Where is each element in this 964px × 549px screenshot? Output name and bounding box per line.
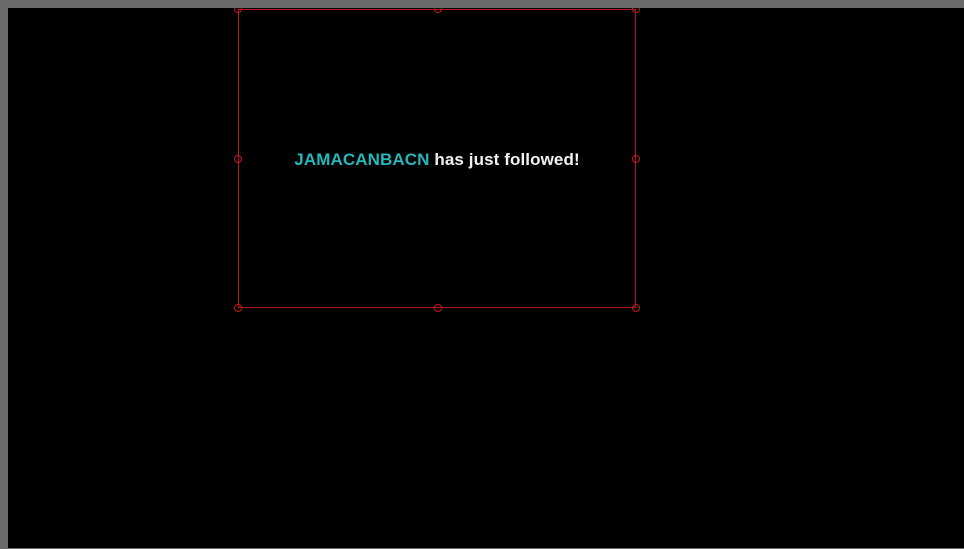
follow-alert-text: JAMACANBACN has just followed! xyxy=(239,150,635,170)
resize-handle-bottom-left[interactable] xyxy=(234,304,242,312)
resize-handle-top-center[interactable] xyxy=(434,8,442,13)
resize-handle-top-right[interactable] xyxy=(632,8,640,13)
follow-alert-message: has just followed! xyxy=(429,150,580,169)
follower-username: JAMACANBACN xyxy=(294,150,430,169)
alert-source-bounding-box[interactable]: JAMACANBACN has just followed! xyxy=(234,8,640,312)
preview-frame: JAMACANBACN has just followed! xyxy=(0,0,964,549)
resize-handle-middle-right[interactable] xyxy=(632,155,640,163)
resize-handle-bottom-center[interactable] xyxy=(434,304,442,312)
resize-handle-middle-left[interactable] xyxy=(234,155,242,163)
resize-handle-bottom-right[interactable] xyxy=(632,304,640,312)
resize-handle-top-left[interactable] xyxy=(234,8,242,13)
preview-canvas[interactable]: JAMACANBACN has just followed! xyxy=(8,8,964,548)
